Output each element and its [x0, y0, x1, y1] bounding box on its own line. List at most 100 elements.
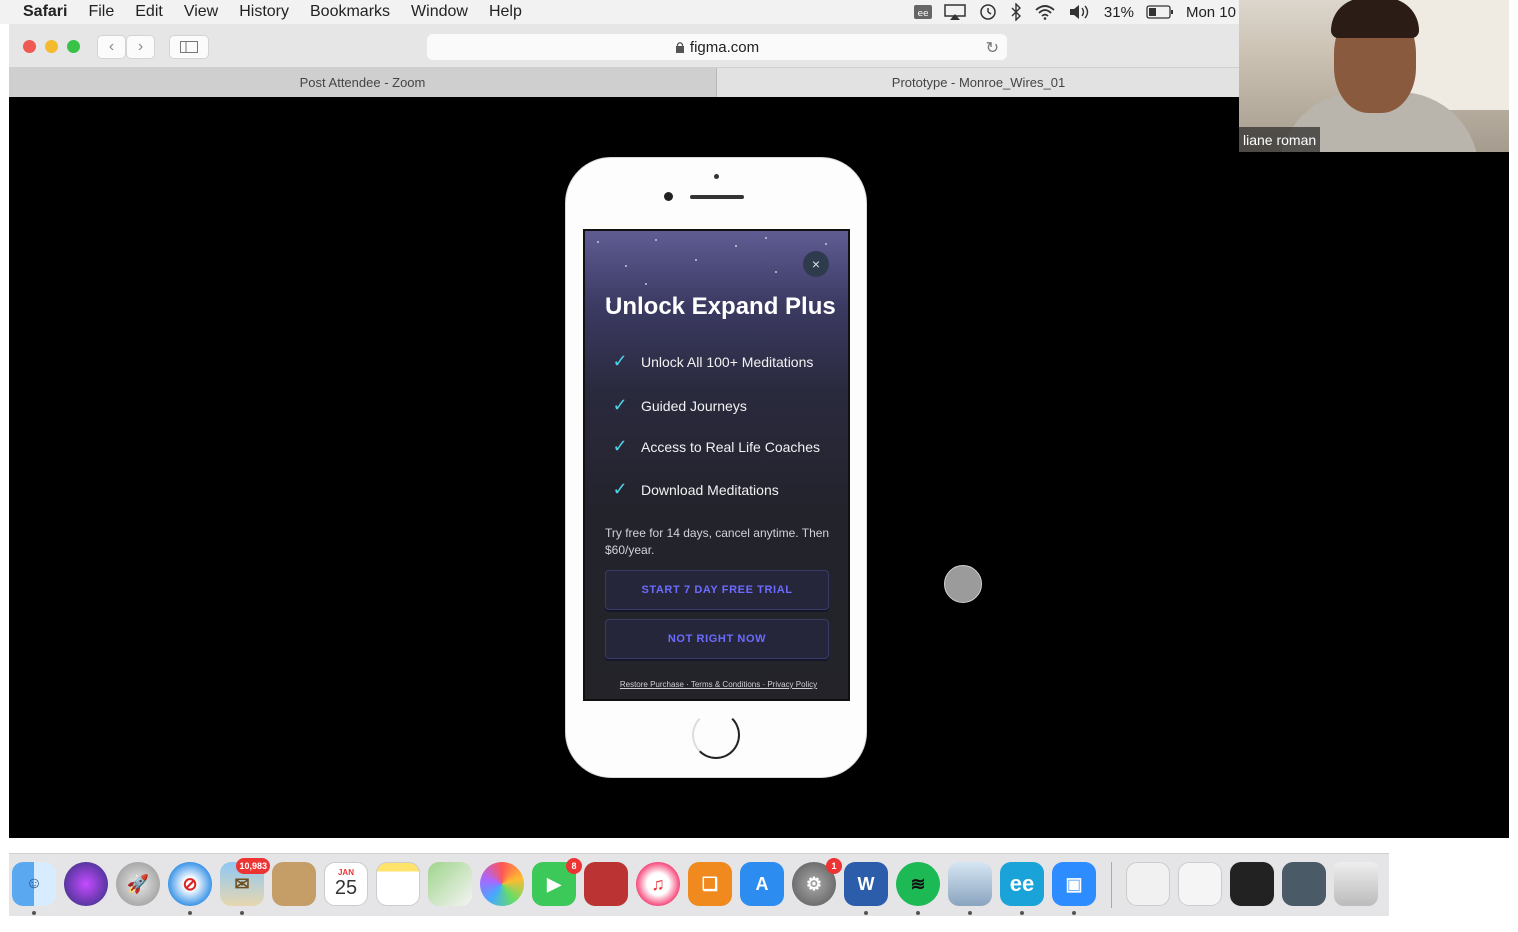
calendar-icon[interactable]: JAN 25 — [324, 862, 368, 906]
book-glyph: ❑ — [701, 873, 719, 894]
close-icon: × — [811, 256, 821, 272]
system-preferences-icon[interactable]: ⚙ 1 — [792, 858, 842, 906]
document-thumbnail-icon[interactable] — [1126, 862, 1170, 906]
mail-icon[interactable]: ✉ 10,983 — [220, 858, 270, 906]
time-machine-icon[interactable] — [978, 3, 998, 21]
paywall-screen: × Unlock Expand Plus ✓ Unlock All 100+ M… — [583, 229, 850, 701]
running-indicator — [916, 911, 920, 915]
feature-label: Access to Real Life Coaches — [641, 438, 820, 455]
back-button[interactable]: ‹ — [97, 35, 126, 59]
close-window-button[interactable] — [23, 40, 36, 53]
feature-item: ✓ Access to Real Life Coaches — [611, 436, 820, 457]
menu-history[interactable]: History — [239, 3, 289, 21]
battery-percent: 31% — [1103, 3, 1134, 21]
launchpad-icon[interactable]: 🚀 — [116, 862, 160, 906]
menu-view[interactable]: View — [184, 3, 218, 21]
lock-icon — [675, 42, 684, 53]
spotify-icon[interactable]: ≋ — [896, 862, 940, 906]
tab-label: Prototype - Monroe_Wires_01 — [891, 75, 1066, 90]
feature-label: Unlock All 100+ Meditations — [641, 353, 814, 370]
music-icon[interactable]: ♫ — [636, 862, 680, 906]
status-area: ee 31% Mon 10 — [913, 0, 1240, 24]
siri-icon[interactable] — [64, 862, 108, 906]
tab-prototype-monroe-wires[interactable]: Prototype - Monroe_Wires_01 — [717, 68, 1240, 97]
chevron-left-icon: ‹ — [108, 38, 115, 55]
ee-app-icon[interactable]: ee — [1000, 862, 1044, 906]
svg-text:ee: ee — [917, 9, 929, 19]
ee-label: ee — [1009, 871, 1035, 896]
feature-item: ✓ Download Meditations — [611, 479, 778, 500]
zoom-icon[interactable]: ▣ — [1052, 862, 1096, 906]
preview-icon[interactable] — [948, 862, 992, 906]
photos-icon[interactable] — [480, 862, 524, 906]
wifi-icon[interactable] — [1034, 4, 1056, 20]
menu-app-safari[interactable]: Safari — [23, 3, 67, 21]
trash-icon[interactable] — [1334, 862, 1378, 906]
running-indicator — [968, 911, 972, 915]
notefile-icon[interactable] — [272, 862, 316, 906]
sidebar-icon — [180, 41, 198, 53]
participant-hair — [1331, 0, 1419, 38]
ee-status-icon[interactable]: ee — [913, 5, 932, 19]
finder-icon[interactable]: ☺ — [12, 862, 56, 906]
maps-icon[interactable] — [428, 862, 472, 906]
calendar-day: 25 — [334, 877, 358, 899]
tab-label: Post Attendee - Zoom — [299, 75, 426, 90]
start-trial-button[interactable]: START 7 DAY FREE TRIAL — [605, 570, 829, 610]
books-icon[interactable]: ❑ — [688, 862, 732, 906]
menu-edit[interactable]: Edit — [135, 3, 163, 21]
running-indicator — [1020, 911, 1024, 915]
desktop: Safari File Edit View History Bookmarks … — [0, 0, 1518, 932]
battery-icon[interactable] — [1146, 5, 1174, 19]
chevron-right-icon: › — [137, 38, 144, 55]
minimize-window-button[interactable] — [45, 40, 58, 53]
facetime-badge: 8 — [566, 858, 582, 874]
not-right-now-button[interactable]: NOT RIGHT NOW — [605, 619, 829, 659]
word-letter: W — [857, 873, 875, 894]
running-indicator — [1072, 911, 1076, 915]
safari-icon[interactable]: ⊘ — [168, 862, 212, 906]
volume-icon[interactable] — [1068, 4, 1092, 20]
facetime-icon[interactable]: ▶ 8 — [532, 858, 582, 906]
address-bar[interactable]: figma.com ↻ — [427, 34, 1007, 60]
bluetooth-icon[interactable] — [1010, 3, 1022, 21]
forward-button[interactable]: › — [126, 35, 155, 59]
prototype-cursor — [944, 565, 982, 603]
photo-booth-icon[interactable] — [584, 862, 628, 906]
participant-name: liane roman — [1239, 127, 1321, 152]
trial-description: Try free for 14 days, cancel anytime. Th… — [605, 526, 830, 557]
home-button[interactable] — [692, 711, 740, 759]
zoom-window-button[interactable] — [67, 40, 80, 53]
check-icon: ✓ — [612, 479, 628, 499]
notes-icon[interactable] — [376, 862, 420, 906]
close-button[interactable]: × — [803, 251, 829, 277]
document-thumbnail-icon[interactable] — [1178, 862, 1222, 906]
phone-camera — [664, 192, 673, 201]
menu-bookmarks[interactable]: Bookmarks — [310, 3, 390, 21]
browser-toolbar: ‹ › figma.com ↻ — [9, 24, 1240, 68]
screenshot-thumbnail-icon[interactable] — [1282, 862, 1326, 906]
menu-bar: Safari File Edit View History Bookmarks … — [0, 0, 1240, 24]
feature-item: ✓ Unlock All 100+ Meditations — [611, 351, 813, 372]
menu-clock[interactable]: Mon 10 — [1186, 4, 1236, 21]
tab-post-attendee-zoom[interactable]: Post Attendee - Zoom — [9, 68, 717, 97]
document-thumbnail-icon[interactable] — [1230, 862, 1274, 906]
phone-speaker — [690, 195, 744, 199]
footer-links[interactable]: Restore Purchase · Terms & Conditions · … — [585, 680, 848, 689]
menu-help[interactable]: Help — [489, 3, 522, 21]
running-indicator — [864, 911, 868, 915]
menu-file[interactable]: File — [88, 3, 114, 21]
word-icon[interactable]: W — [844, 862, 888, 906]
menu-window[interactable]: Window — [411, 3, 468, 21]
app-store-icon[interactable]: A — [740, 862, 784, 906]
video-tile: liane roman — [1239, 0, 1509, 152]
airplay-icon[interactable] — [944, 4, 966, 20]
phone-sensor — [714, 174, 719, 179]
dock-separator — [1111, 862, 1112, 908]
sidebar-toggle-button[interactable] — [169, 35, 209, 59]
mail-badge: 10,983 — [236, 858, 270, 874]
reload-icon[interactable]: ↻ — [986, 38, 999, 58]
check-icon: ✓ — [612, 436, 628, 456]
running-indicator — [32, 911, 36, 915]
paywall-title: Unlock Expand Plus — [605, 293, 836, 320]
